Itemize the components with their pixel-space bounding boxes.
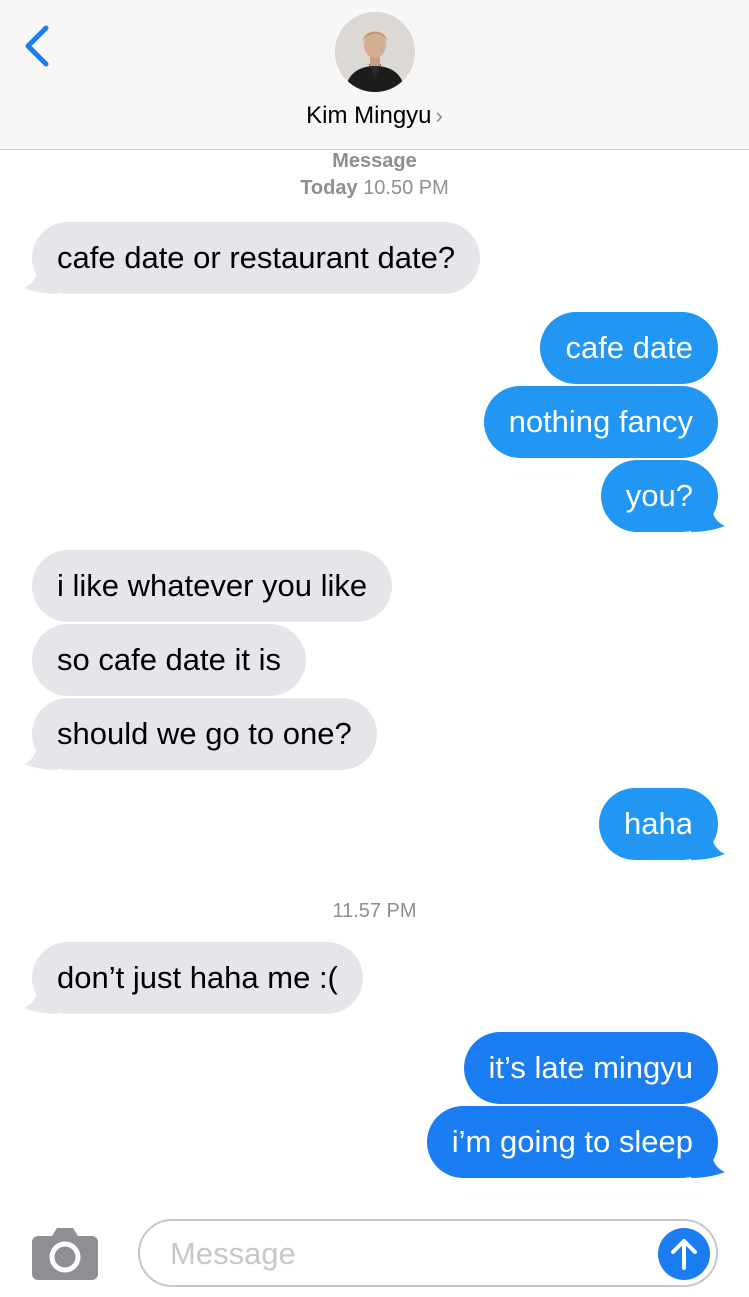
- avatar[interactable]: [335, 12, 415, 92]
- conversation-header: Kim Mingyu ›: [0, 0, 749, 150]
- message-bubble-outgoing[interactable]: it’s late mingyu: [463, 1032, 718, 1104]
- time-label: 10.50 PM: [363, 177, 449, 199]
- camera-icon: [32, 1228, 98, 1280]
- timestamp-header: Today 10.50 PM: [0, 177, 749, 200]
- message-bubble-incoming[interactable]: don’t just haha me :(: [32, 942, 363, 1014]
- message-composer: [138, 1219, 718, 1287]
- message-bubble-incoming[interactable]: i like whatever you like: [32, 550, 393, 622]
- bubble-tail: [24, 984, 58, 1014]
- bubble-tail: [24, 264, 58, 294]
- bubble-tail: [691, 1148, 725, 1178]
- message-bubble-incoming[interactable]: cafe date or restaurant date?: [32, 222, 481, 294]
- message-bubble-outgoing[interactable]: cafe date: [540, 312, 718, 384]
- message-bubble-incoming[interactable]: so cafe date it is: [32, 624, 307, 696]
- back-button[interactable]: [18, 22, 58, 70]
- bubble-tail: [691, 830, 725, 860]
- bubble-tail: [24, 740, 58, 770]
- message-bubble-incoming[interactable]: should we go to one?: [32, 698, 377, 770]
- timestamp: 11.57 PM: [332, 900, 417, 922]
- bubble-tail: [691, 502, 725, 532]
- message-bubble-outgoing[interactable]: nothing fancy: [483, 386, 718, 458]
- contact-name-button[interactable]: Kim Mingyu ›: [0, 102, 749, 130]
- send-button[interactable]: [658, 1228, 710, 1280]
- arrow-up-icon: [671, 1239, 697, 1270]
- contact-name: Kim Mingyu: [306, 102, 432, 129]
- day-label: Today: [300, 177, 358, 199]
- service-label: Message: [332, 150, 417, 172]
- chevron-left-icon: [25, 25, 49, 67]
- camera-button[interactable]: [32, 1226, 98, 1280]
- chevron-right-icon: ›: [435, 103, 443, 128]
- message-input[interactable]: [168, 1229, 652, 1279]
- message-bubble-outgoing[interactable]: i’m going to sleep: [426, 1106, 718, 1178]
